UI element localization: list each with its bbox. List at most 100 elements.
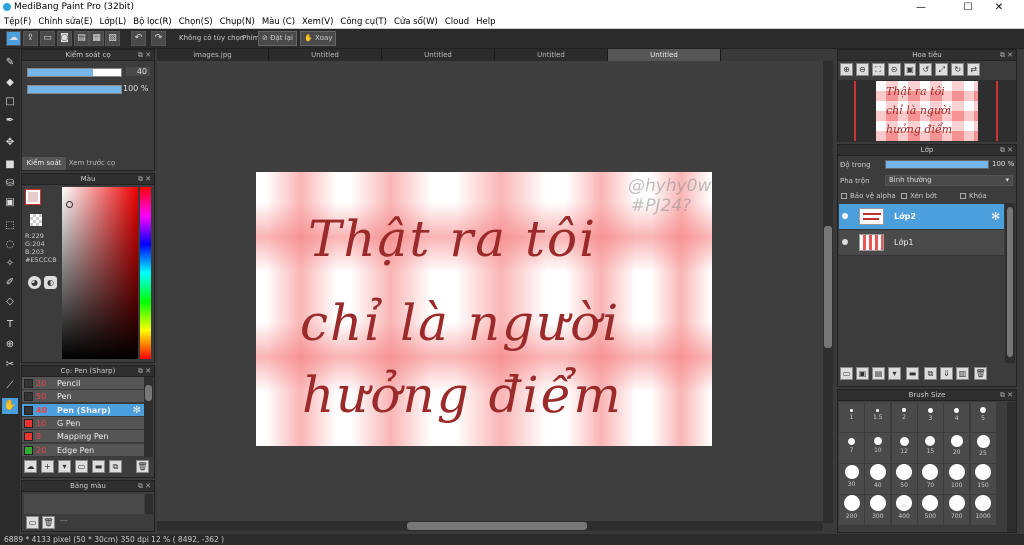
tab-brush-preview[interactable]: Xem trước cọ bbox=[67, 157, 117, 170]
blend-mode-select[interactable]: Bình thường ▾ bbox=[885, 175, 1013, 186]
menu-window[interactable]: Cửa sổ(W) bbox=[394, 17, 438, 27]
brush-opacity-slider[interactable] bbox=[27, 85, 122, 94]
clipping-checkbox[interactable]: Xén bớt bbox=[901, 192, 937, 200]
brush-size-cell[interactable]: 2 bbox=[891, 402, 917, 432]
tab-brush-control[interactable]: Kiểm soát cọ bbox=[22, 157, 66, 180]
brush-folder-icon[interactable]: ▬ bbox=[92, 460, 105, 473]
add-palette-icon[interactable]: ▭ bbox=[26, 516, 39, 529]
brush-list-item[interactable]: 40 Pen (Sharp) ✻ bbox=[22, 403, 144, 417]
text-tool-icon[interactable]: T bbox=[2, 317, 18, 333]
shape-tool-icon[interactable]: □ bbox=[2, 94, 18, 110]
artwork-document[interactable]: @hyhy0w #PJ24? Thật ra tôi chỉ là người … bbox=[256, 172, 712, 446]
menu-layer[interactable]: Lớp(L) bbox=[100, 17, 127, 27]
select-tool-icon[interactable]: ⬚ bbox=[2, 218, 18, 234]
layer-settings-icon[interactable]: ▥ bbox=[956, 367, 969, 380]
layer-scrollbar[interactable] bbox=[1005, 203, 1015, 363]
protect-alpha-checkbox[interactable]: Bảo vệ alpha bbox=[841, 192, 896, 200]
delete-palette-icon[interactable]: 🗑 bbox=[42, 516, 55, 529]
zoom-reset-icon[interactable]: ⊝ bbox=[887, 63, 901, 76]
menu-help[interactable]: Help bbox=[476, 17, 495, 27]
layer-item-1[interactable]: Lớp1 bbox=[839, 230, 1004, 256]
panel-close-icon[interactable]: ⧉ ✕ bbox=[1000, 390, 1013, 401]
canvas-horizontal-scrollbar[interactable] bbox=[157, 521, 823, 531]
brush-size-cell[interactable]: 70 bbox=[917, 464, 943, 494]
tab-untitled-1[interactable]: Untitled bbox=[269, 49, 382, 61]
brush-delete-icon[interactable]: 🗑 bbox=[136, 460, 149, 473]
brush-size-cell[interactable]: 20 bbox=[944, 433, 970, 463]
select-pen-tool-icon[interactable]: ✐ bbox=[2, 275, 18, 291]
brush-menu-icon[interactable]: ▾ bbox=[58, 460, 71, 473]
new-halftone-layer-icon[interactable]: ▣ bbox=[856, 367, 869, 380]
palette-icon[interactable]: ◕ bbox=[28, 276, 41, 289]
tab-untitled-active[interactable]: Untitled bbox=[608, 49, 721, 61]
tab-untitled-3[interactable]: Untitled bbox=[495, 49, 608, 61]
new-layer-icon[interactable]: ▭ bbox=[840, 367, 853, 380]
brush-list-item[interactable]: 50 Pen bbox=[22, 390, 144, 404]
layer-opacity-slider[interactable] bbox=[885, 160, 989, 169]
brush-size-cell[interactable]: 1000 bbox=[970, 495, 996, 525]
brush-size-cell[interactable]: 30 bbox=[839, 464, 864, 494]
tab-untitled-2[interactable]: Untitled bbox=[382, 49, 495, 61]
rotate-right-icon[interactable]: ↻ bbox=[951, 63, 965, 76]
brush-size-cell[interactable]: 15 bbox=[917, 433, 943, 463]
panel-close-icon[interactable]: ⧉ ✕ bbox=[138, 174, 151, 185]
zoom-in-icon[interactable]: ⊕ bbox=[840, 63, 853, 76]
layer-visibility-icon[interactable] bbox=[842, 213, 848, 219]
menu-view[interactable]: Xem(V) bbox=[302, 17, 333, 27]
brush-size-cell[interactable]: 12 bbox=[891, 433, 917, 463]
gear-icon[interactable]: ✻ bbox=[133, 404, 141, 417]
navigator-view[interactable]: Thật ra tôi chỉ là người hưởng điểm bbox=[838, 80, 1016, 142]
gear-icon[interactable]: ✻ bbox=[991, 204, 1000, 230]
color-picker-icon[interactable]: ◐ bbox=[44, 276, 57, 289]
eraser-tool-icon[interactable]: ◆ bbox=[2, 75, 18, 91]
menu-select[interactable]: Chọn(S) bbox=[179, 17, 213, 27]
new-8bit-layer-icon[interactable]: ▤ bbox=[872, 367, 885, 380]
redo-icon[interactable]: ↷ bbox=[151, 31, 166, 46]
brush-size-cell[interactable]: 10 bbox=[865, 433, 891, 463]
menu-snap[interactable]: Chụp(N) bbox=[220, 17, 255, 27]
menu-edit[interactable]: Chỉnh sửa(E) bbox=[38, 17, 92, 27]
brush-size-cell[interactable]: 7 bbox=[839, 433, 864, 463]
operation-tool-icon[interactable]: ⊕ bbox=[2, 337, 18, 353]
layout-icon[interactable]: ▧ bbox=[105, 31, 120, 46]
pen-tool-icon[interactable]: ✒ bbox=[2, 113, 18, 129]
panel-icon[interactable]: ▤ bbox=[74, 31, 89, 46]
brush-size-slider[interactable] bbox=[27, 68, 122, 77]
gradient-tool-icon[interactable]: ▣ bbox=[2, 195, 18, 211]
palette-scrollbar[interactable] bbox=[145, 494, 153, 514]
brush-size-cell[interactable]: 200 bbox=[839, 495, 864, 525]
close-button[interactable]: ✕ bbox=[984, 0, 1014, 15]
comment-icon[interactable]: ▭ bbox=[40, 31, 55, 46]
actual-size-icon[interactable]: ▣ bbox=[903, 63, 917, 76]
panel-close-icon[interactable]: ⧉ ✕ bbox=[1000, 145, 1013, 156]
divide-tool-icon[interactable]: ✂ bbox=[2, 357, 18, 373]
canvas-vertical-scrollbar[interactable] bbox=[823, 61, 833, 523]
minimize-button[interactable]: — bbox=[906, 0, 936, 15]
rotate-button[interactable]: ✋ Xoay bbox=[300, 31, 337, 46]
speech-icon[interactable]: ◙ bbox=[57, 31, 72, 46]
rotate-left-icon[interactable]: ↺ bbox=[919, 63, 933, 76]
brush-size-cell[interactable]: 5 bbox=[970, 402, 996, 432]
eyedropper-tool-icon[interactable]: ⟋ bbox=[2, 378, 18, 394]
fullscreen-icon[interactable]: ⤢ bbox=[935, 63, 949, 76]
brush-size-cell[interactable]: 700 bbox=[944, 495, 970, 525]
brush-duplicate-icon[interactable]: ⧉ bbox=[109, 460, 122, 473]
brush-size-scrollbar[interactable] bbox=[1007, 402, 1016, 532]
merge-layer-icon[interactable]: ⇓ bbox=[940, 367, 953, 380]
fit-icon[interactable]: ⛶ bbox=[871, 63, 885, 76]
brush-size-cell[interactable]: 1.5 bbox=[865, 402, 891, 432]
bucket-tool-icon[interactable]: ⛁ bbox=[2, 176, 18, 192]
maximize-button[interactable]: ☐ bbox=[953, 0, 983, 15]
export-icon[interactable]: ⇪ bbox=[23, 31, 38, 46]
zoom-out-icon[interactable]: ⊖ bbox=[855, 63, 869, 76]
panel-close-icon[interactable]: ⧉ ✕ bbox=[138, 50, 151, 61]
layer-folder-icon[interactable]: ▬ bbox=[906, 367, 919, 380]
panel-close-icon[interactable]: ⧉ ✕ bbox=[1000, 50, 1013, 61]
fill-rect-tool-icon[interactable]: ■ bbox=[2, 157, 18, 173]
brush-size-cell[interactable]: 150 bbox=[970, 464, 996, 494]
saturation-value-field[interactable] bbox=[62, 187, 138, 359]
menu-file[interactable]: Tệp(F) bbox=[4, 17, 31, 27]
panel-close-icon[interactable]: ⧉ ✕ bbox=[138, 481, 151, 492]
delete-layer-icon[interactable]: 🗑 bbox=[974, 367, 987, 380]
brush-list-item[interactable]: 10 G Pen bbox=[22, 416, 144, 430]
